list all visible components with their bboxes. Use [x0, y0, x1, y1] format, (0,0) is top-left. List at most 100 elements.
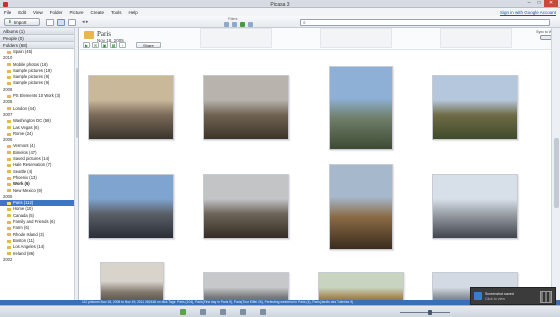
partial-thumbnail[interactable] [440, 28, 512, 48]
zoom-slider[interactable] [400, 311, 450, 313]
minimize-button[interactable]: – [524, 0, 534, 7]
photo-thumbnail-garden-statue[interactable] [329, 164, 393, 250]
menu-help[interactable]: Help [129, 10, 138, 15]
photo-thumbnail-park-trees[interactable] [432, 75, 518, 140]
notification-title: Screenshot saved [485, 292, 514, 296]
menu-create[interactable]: Create [91, 10, 105, 15]
title-bar: Picasa 3 – □ ✕ [0, 0, 560, 8]
menu-folder[interactable]: Folder [50, 10, 63, 15]
hold-icon[interactable] [180, 309, 186, 315]
notification-subtitle: Click to view [485, 297, 505, 301]
folder-toolbar: ▶ ✉ ▣ ▦ ↑ Share [83, 42, 161, 48]
nav-arrows-icon[interactable]: ◂ ▸ [82, 19, 88, 25]
sidebar-group[interactable]: Folders (68) [0, 42, 78, 49]
folder-icon [7, 94, 11, 98]
import-label: Import [13, 19, 27, 25]
photo-thumbnail-tree-avenue[interactable] [203, 174, 289, 239]
rotate-right-icon[interactable] [220, 309, 226, 315]
photo-scrollbar[interactable] [551, 28, 560, 300]
partial-thumbnail[interactable] [320, 28, 392, 48]
folder-icon [7, 233, 11, 237]
zoom-slider-knob[interactable] [428, 309, 432, 315]
photo-thumbnail-market-stall[interactable] [318, 272, 404, 300]
folder-icon [7, 176, 11, 180]
sidebar-group[interactable]: Albums (1) [0, 28, 78, 35]
list-view-icon[interactable] [46, 18, 54, 26]
folder-icon [7, 170, 11, 174]
filters-label: Filters [228, 17, 238, 21]
folder-icon [7, 220, 11, 224]
main-toolbar: ⬇ Import ◂ ▸ Filters ⌕ [0, 16, 560, 28]
folder-icon [7, 63, 11, 67]
folder-icon [7, 201, 11, 205]
maximize-button[interactable]: □ [534, 0, 544, 7]
window-controls: – □ ✕ [524, 0, 558, 7]
upload-icon[interactable]: ↑ [119, 42, 126, 48]
photo-thumbnail-street-scene[interactable] [432, 174, 518, 239]
folder-label: PS Elements 10 Work (3) [13, 93, 61, 99]
menu-tools[interactable]: Tools [111, 10, 122, 15]
screenshot-preview-icon [540, 291, 552, 303]
partial-thumbnail[interactable] [200, 28, 272, 48]
import-icon: ⬇ [8, 19, 12, 24]
library-sidebar: Albums (1) People (0) Folders (68) Spain (… [0, 28, 79, 300]
tray-actions [180, 309, 266, 315]
photo-scroll-thumb[interactable] [553, 138, 559, 208]
search-input[interactable]: ⌕ [300, 18, 550, 26]
video-filter-icon[interactable] [232, 21, 237, 27]
menu-picture[interactable]: Picture [69, 10, 83, 15]
collage-icon[interactable]: ▦ [110, 42, 117, 48]
folder-label: Ireland (86) [13, 250, 35, 256]
rotate-left-icon[interactable] [200, 309, 206, 315]
menu-file[interactable]: File [4, 10, 11, 15]
menu-view[interactable]: View [33, 10, 43, 15]
folder-icon [7, 163, 11, 167]
view-mode-buttons [46, 18, 76, 26]
folder-icon [7, 119, 11, 123]
close-button[interactable]: ✕ [544, 0, 558, 7]
face-filter-icon[interactable] [240, 21, 245, 27]
tag-icon[interactable] [260, 309, 266, 315]
folder-icon [7, 145, 11, 149]
screenshot-notification[interactable]: Screenshot saved Click to view [470, 287, 556, 305]
filter-buttons [224, 21, 253, 27]
folder-label: London (44) [13, 105, 36, 111]
photo-thumbnail-bridge-statues[interactable] [88, 174, 174, 239]
folder-icon [7, 214, 11, 218]
play-slideshow-icon[interactable]: ▶ [83, 42, 90, 48]
sidebar-scroll-thumb[interactable] [75, 68, 78, 138]
photo-thumbnail-eiffel-tower-1[interactable] [329, 66, 393, 150]
folder-icon [7, 252, 11, 256]
share-button[interactable]: Share [136, 42, 161, 48]
geotag-filter-icon[interactable] [248, 21, 253, 27]
grid-view-icon[interactable] [57, 18, 65, 26]
star-icon[interactable] [240, 309, 246, 315]
import-button[interactable]: ⬇ Import [4, 18, 40, 26]
folder-icon [7, 75, 11, 79]
camera-icon [474, 292, 482, 300]
star-filter-icon[interactable] [224, 21, 229, 27]
folder-label: Sample pictures (9) [13, 80, 50, 86]
folder-icon [7, 132, 11, 136]
menu-edit[interactable]: Edit [18, 10, 26, 15]
sidebar-group[interactable]: People (0) [0, 35, 78, 42]
sidebar-scrollbar[interactable] [74, 28, 78, 300]
email-icon[interactable]: ✉ [92, 42, 99, 48]
folder-icon [7, 245, 11, 249]
folder-icon [7, 226, 11, 230]
photo-thumbnail-seine-trees[interactable] [203, 75, 289, 140]
folder-icon [7, 182, 11, 186]
photo-thumbnail-people-park[interactable] [100, 262, 164, 300]
print-icon[interactable]: ▣ [101, 42, 108, 48]
folder-label: Rome (24) [13, 130, 33, 136]
folder-label: New Mexico (9) [13, 187, 43, 193]
sign-in-link[interactable]: Sign in with Google Account [500, 10, 556, 15]
folder-icon [7, 208, 11, 212]
bottom-tray [0, 305, 560, 317]
tree-view-icon[interactable] [68, 18, 76, 26]
photo-thumbnail-couple-bench[interactable] [88, 75, 174, 140]
year-heading: 2002 [3, 256, 13, 262]
photo-thumbnail-arch-view[interactable] [203, 272, 289, 300]
window-title: Picasa 3 [270, 1, 290, 8]
folder-icon [7, 82, 11, 86]
